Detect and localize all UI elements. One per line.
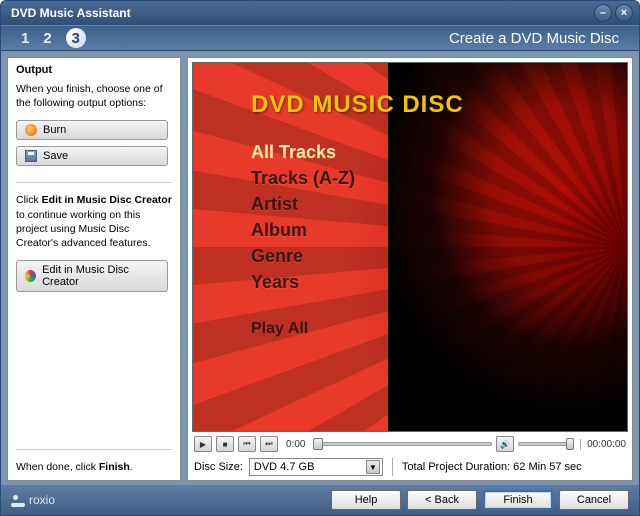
window-controls: – × bbox=[594, 4, 633, 22]
play-button[interactable]: ▶ bbox=[194, 436, 212, 452]
disc-size-value: DVD 4.7 GB bbox=[254, 461, 315, 473]
save-button[interactable]: Save bbox=[16, 146, 168, 166]
menu-item-tracks-az[interactable]: Tracks (A-Z) bbox=[251, 165, 464, 191]
chevron-down-icon: ▼ bbox=[366, 460, 380, 474]
burn-label: Burn bbox=[43, 124, 66, 136]
creator-note: Click Edit in Music Disc Creator to cont… bbox=[16, 193, 172, 250]
menu-title: DVD MUSIC DISC bbox=[251, 91, 464, 119]
footer: roxio Help < Back Finish Cancel bbox=[1, 485, 639, 515]
main-panel: DVD MUSIC DISC All Tracks Tracks (A-Z) A… bbox=[187, 57, 633, 481]
window-title: DVD Music Assistant bbox=[11, 6, 594, 20]
menu-item-years[interactable]: Years bbox=[251, 269, 464, 295]
step-1[interactable]: 1 bbox=[21, 30, 29, 47]
volume-thumb[interactable] bbox=[566, 438, 574, 450]
titlebar: DVD Music Assistant – × bbox=[1, 1, 639, 25]
brand: roxio bbox=[11, 493, 325, 507]
current-time: 0:00 bbox=[282, 439, 309, 450]
transport-bar: ▶ ■ ⏮ ⏭ 0:00 🔊 00:00:00 bbox=[192, 432, 628, 456]
close-button[interactable]: × bbox=[615, 4, 633, 22]
cancel-button[interactable]: Cancel bbox=[559, 490, 629, 510]
volume-slider[interactable] bbox=[518, 437, 574, 451]
menu-item-genre[interactable]: Genre bbox=[251, 243, 464, 269]
burn-button[interactable]: Burn bbox=[16, 120, 168, 140]
step-title: Create a DVD Music Disc bbox=[86, 30, 619, 47]
app-window: DVD Music Assistant – × 1 2 3 Create a D… bbox=[0, 0, 640, 516]
sidebar: Output When you finish, choose one of th… bbox=[7, 57, 181, 481]
menu-item-album[interactable]: Album bbox=[251, 217, 464, 243]
disc-size-label: Disc Size: bbox=[194, 461, 243, 473]
menu-content: DVD MUSIC DISC All Tracks Tracks (A-Z) A… bbox=[251, 91, 464, 338]
seek-thumb[interactable] bbox=[313, 438, 323, 450]
menu-play-all[interactable]: Play All bbox=[251, 320, 464, 338]
menu-item-all-tracks[interactable]: All Tracks bbox=[251, 139, 464, 165]
disc-size-row: Disc Size: DVD 4.7 GB ▼ Total Project Du… bbox=[192, 456, 628, 476]
prev-button[interactable]: ⏮ bbox=[238, 436, 256, 452]
sidebar-instruction: When you finish, choose one of the follo… bbox=[16, 82, 172, 110]
dvd-menu-preview: DVD MUSIC DISC All Tracks Tracks (A-Z) A… bbox=[192, 62, 628, 432]
stop-button[interactable]: ■ bbox=[216, 436, 234, 452]
wizard-step-bar: 1 2 3 Create a DVD Music Disc bbox=[1, 25, 639, 51]
save-icon bbox=[25, 150, 37, 162]
step-2[interactable]: 2 bbox=[43, 30, 51, 47]
save-label: Save bbox=[43, 150, 68, 162]
vertical-divider bbox=[392, 458, 393, 476]
next-button[interactable]: ⏭ bbox=[260, 436, 278, 452]
total-time: 00:00:00 bbox=[580, 439, 626, 450]
step-3: 3 bbox=[66, 28, 86, 48]
roxio-logo-icon bbox=[11, 493, 25, 507]
minimize-button[interactable]: – bbox=[594, 4, 612, 22]
edit-in-creator-button[interactable]: Edit in Music Disc Creator bbox=[16, 260, 168, 292]
music-disc-icon bbox=[25, 270, 36, 282]
brand-text: roxio bbox=[29, 493, 55, 507]
help-button[interactable]: Help bbox=[331, 490, 401, 510]
sidebar-divider bbox=[16, 182, 172, 183]
finish-note: When done, click Finish. bbox=[16, 460, 172, 474]
seek-slider[interactable] bbox=[313, 437, 492, 451]
burn-icon bbox=[25, 124, 37, 136]
finish-button[interactable]: Finish bbox=[483, 490, 553, 510]
menu-item-artist[interactable]: Artist bbox=[251, 191, 464, 217]
edit-label: Edit in Music Disc Creator bbox=[42, 264, 159, 288]
disc-size-select[interactable]: DVD 4.7 GB ▼ bbox=[249, 458, 383, 476]
project-duration: Total Project Duration: 62 Min 57 sec bbox=[402, 461, 582, 473]
volume-button[interactable]: 🔊 bbox=[496, 436, 514, 452]
sidebar-section-title: Output bbox=[16, 64, 172, 76]
sidebar-divider-bottom bbox=[16, 449, 172, 450]
step-indicators: 1 2 3 bbox=[21, 28, 86, 48]
body: Output When you finish, choose one of th… bbox=[1, 51, 639, 485]
back-button[interactable]: < Back bbox=[407, 490, 477, 510]
